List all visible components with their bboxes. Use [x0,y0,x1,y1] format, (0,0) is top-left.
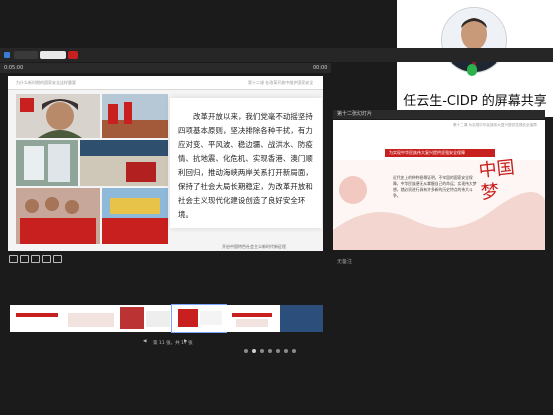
slide-footer: 开启中国特色社会主义新时代新征程 [222,244,286,249]
next-slide-preview[interactable]: 第十二课 为实现中华民族伟大复兴提供坚强安全保障 为实现中华民族伟大复兴提供坚强… [333,120,545,250]
view-dot[interactable] [244,349,248,353]
slide-thumbnail[interactable] [118,305,172,332]
laser-icon[interactable] [20,255,29,263]
subtitle-icon[interactable] [31,255,40,263]
view-dot[interactable] [292,349,296,353]
slide-thumbnail[interactable] [280,305,323,332]
slide-header-right: 第十二课 在改革开放中维护国家安全 [248,80,314,85]
current-slide: 为什么新时期的国家安全这样重要 第十二课 在改革开放中维护国家安全 改革开放以来… [8,76,323,251]
app-icon [4,52,10,58]
slide-body-text: 改革开放以来，我们党毫不动摇坚持四项基本原则，坚决排除各种干扰，有力应对变、平风… [178,112,313,219]
next-slide-banner-text: 为实现中华民族伟大复兴提供坚强安全保障 [389,150,465,155]
slide-thumbnail[interactable] [10,305,64,332]
presenter-toolbar [0,63,331,73]
next-slide-header-text: 第十二课 为实现中华民族伟大复兴提供坚强安全保障 [453,123,537,127]
next-slide-title: 第十二张幻灯片 [337,111,373,117]
more-icon[interactable] [53,255,62,263]
presenter-photo [442,8,506,72]
prev-slide-button[interactable]: ◀ [143,339,146,344]
tab-1[interactable] [14,51,38,59]
notes-label: 无备注 [337,259,353,265]
tab-2[interactable] [40,51,66,59]
presenter-avatar [441,7,507,73]
microphone-active-icon [467,64,477,76]
tab-3[interactable] [68,51,78,59]
view-dot-active[interactable] [252,349,256,353]
slide-header-left: 为什么新时期的国家安全这样重要 [16,80,76,85]
view-dot[interactable] [284,349,288,353]
pen-icon[interactable] [9,255,18,263]
slide-thumbnail[interactable] [226,305,280,332]
slide-text-card: 改革开放以来，我们党毫不动摇坚持四项基本原则，坚决排除各种干扰，有力应对变、平风… [170,98,322,228]
view-dot[interactable] [260,349,264,353]
next-slide-body: 近代史上的种种屈辱证明，不牢固的国家安全保障，中华民族便无从掌握自己的命运；实现… [393,175,477,198]
zoom-icon[interactable] [42,255,51,263]
slide-thumbnail[interactable] [64,305,118,332]
clock-time: 00:00 [313,65,328,71]
next-slide-button[interactable]: ▶ [184,339,187,344]
view-dot[interactable] [268,349,272,353]
view-dot[interactable] [276,349,280,353]
tab-bar [0,48,553,62]
calligraphy-zhongguomeng: 中国梦 [477,157,516,204]
slide-thumbnail-current[interactable] [171,304,227,333]
elapsed-time: 0:05:00 [4,65,24,71]
photo-collage [16,94,168,244]
